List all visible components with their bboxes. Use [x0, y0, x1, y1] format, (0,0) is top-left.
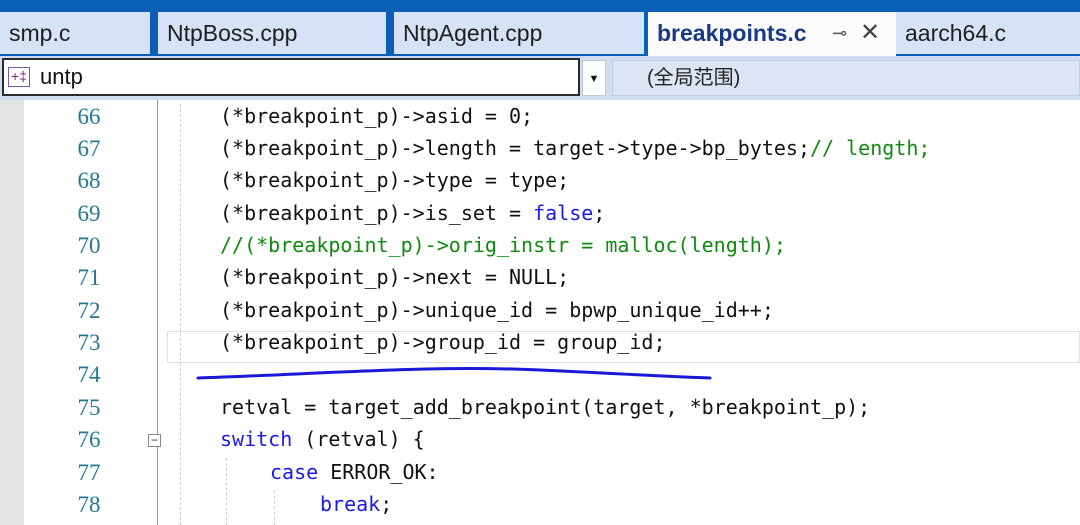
annotation-underline: [196, 367, 712, 380]
